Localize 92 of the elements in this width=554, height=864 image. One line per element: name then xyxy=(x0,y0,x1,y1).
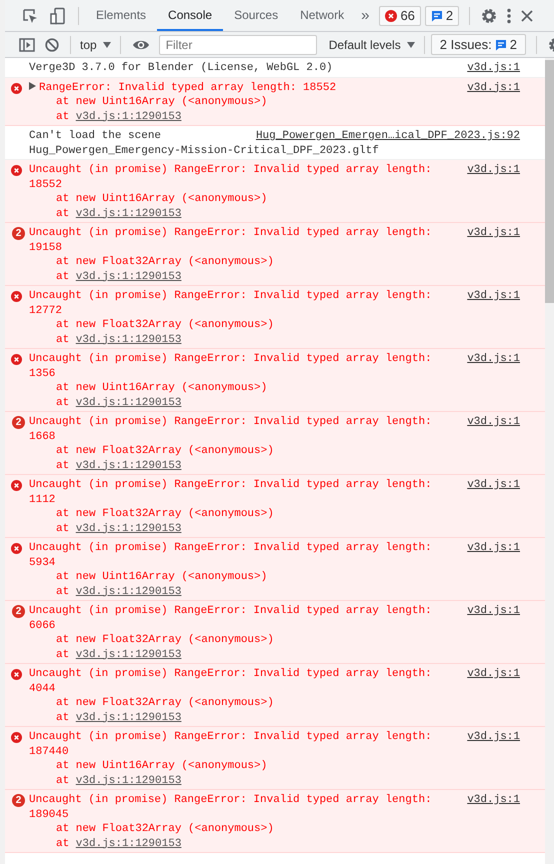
stack-frame-link[interactable]: v3d.js:1:1290153 xyxy=(76,586,182,598)
message-text: Hug_Powergen_Emergency-Mission-Critical_DPF_2023.gltf xyxy=(29,144,379,156)
panel-tab[interactable]: Network xyxy=(289,0,356,31)
source-link[interactable]: v3d.js:1 xyxy=(467,289,520,304)
message-count-button[interactable]: 2 xyxy=(424,6,460,26)
scrollbar-thumb[interactable] xyxy=(545,60,554,303)
stack-frame-text: at new Uint16Array (<anonymous>) xyxy=(56,571,268,583)
panel-tab[interactable]: Sources xyxy=(223,0,290,31)
stack-frame-text: at new Float32Array (<anonymous>) xyxy=(56,445,274,457)
stack-frame-link[interactable]: v3d.js:1:1290153 xyxy=(76,110,182,122)
inspect-icon[interactable] xyxy=(21,6,39,24)
clear-console-icon[interactable] xyxy=(45,38,59,52)
stack-frame-text: at new Float32Array (<anonymous>) xyxy=(56,319,274,331)
more-options-icon[interactable] xyxy=(507,8,512,24)
source-link[interactable]: v3d.js:1 xyxy=(467,604,520,618)
issues-button[interactable]: 2 Issues: 2 xyxy=(430,34,526,55)
stack-frame-text: at new Uint16Array (<anonymous>) xyxy=(56,382,268,394)
source-link[interactable]: v3d.js:1 xyxy=(467,61,520,76)
stack-frame-text: at xyxy=(56,774,70,786)
stack-frame-link[interactable]: v3d.js:1:1290153 xyxy=(76,522,182,534)
source-link[interactable]: v3d.js:1 xyxy=(467,352,520,366)
repeat-count-badge: 2 xyxy=(12,794,25,807)
stack-frame-link[interactable]: v3d.js:1:1290153 xyxy=(76,334,182,346)
stack-frame-text: at xyxy=(56,586,70,598)
repeat-count-badge: 2 xyxy=(12,227,25,240)
error-icon xyxy=(11,165,22,176)
stack-frame-link[interactable]: v3d.js:1:1290153 xyxy=(76,460,182,472)
error-icon xyxy=(11,480,22,491)
error-icon xyxy=(385,10,398,22)
context-select[interactable]: top xyxy=(77,38,114,52)
error-icon xyxy=(11,543,22,554)
message-text: Verge3D 3.7.0 for Blender (License, WebGL 2.0) xyxy=(29,62,333,74)
sidebar-toggle-icon[interactable] xyxy=(19,38,35,52)
stack-frame-text: at xyxy=(56,712,70,724)
scrollbar[interactable] xyxy=(545,58,554,864)
error-icon xyxy=(11,669,22,680)
source-link[interactable]: v3d.js:1 xyxy=(467,163,520,178)
log-levels-select[interactable]: Default levels xyxy=(326,38,418,52)
stack-frame-link[interactable]: v3d.js:1:1290153 xyxy=(76,774,182,786)
stack-frame-link[interactable]: v3d.js:1:1290153 xyxy=(76,270,182,282)
stack-frame-text: at xyxy=(56,208,70,220)
error-icon xyxy=(11,354,22,365)
caret-icon xyxy=(102,42,111,48)
stack-frame-text: at xyxy=(56,110,70,122)
stack-frame-text: at new Uint16Array (<anonymous>) xyxy=(56,193,268,205)
source-link[interactable]: v3d.js:1 xyxy=(467,415,520,430)
source-link[interactable]: v3d.js:1 xyxy=(467,541,520,556)
stack-frame-link[interactable]: v3d.js:1:1290153 xyxy=(76,712,182,724)
message-text: RangeError: Invalid typed array length: 18552 xyxy=(39,82,336,94)
stack-frame-text: at new Float32Array (<anonymous>) xyxy=(56,508,274,520)
error-count-button[interactable]: 66 xyxy=(379,6,421,26)
caret-icon xyxy=(406,42,415,48)
stack-frame-text: at new Float32Array (<anonymous>) xyxy=(56,634,274,646)
stack-frame-text: at xyxy=(56,648,70,660)
stack-frame-link[interactable]: v3d.js:1:1290153 xyxy=(76,396,182,408)
error-icon xyxy=(11,291,22,302)
stack-frame-text: at new Uint16Array (<anonymous>) xyxy=(56,760,268,772)
close-icon[interactable] xyxy=(521,10,534,22)
source-link[interactable]: v3d.js:1 xyxy=(467,80,520,95)
message-icon xyxy=(430,10,443,22)
source-link[interactable]: v3d.js:1 xyxy=(467,667,520,682)
stack-frame-text: at xyxy=(56,270,70,282)
stack-frame-link[interactable]: v3d.js:1:1290153 xyxy=(76,208,182,220)
stack-frame-text: at new Float32Array (<anonymous>) xyxy=(56,256,274,268)
stack-frame-text: at xyxy=(56,838,70,850)
source-link[interactable]: v3d.js:1 xyxy=(467,793,520,808)
error-icon xyxy=(11,82,22,94)
panel-tab[interactable]: Elements xyxy=(85,0,158,31)
device-icon[interactable] xyxy=(49,6,67,24)
stack-frame-text: at xyxy=(56,460,70,472)
source-link[interactable]: Hug_Powergen_Emergen…ical_DPF_2023.js:92 xyxy=(256,129,520,144)
repeat-count-badge: 2 xyxy=(12,605,25,618)
expand-arrow-icon[interactable] xyxy=(29,82,36,90)
message-text: Can't load the scene xyxy=(29,130,162,142)
eye-icon[interactable] xyxy=(132,38,150,50)
stack-frame-text: at new Uint16Array (<anonymous>) xyxy=(56,96,268,108)
message-icon xyxy=(494,38,507,50)
source-link[interactable]: v3d.js:1 xyxy=(467,478,520,492)
stack-frame-text: at xyxy=(56,334,70,346)
source-link[interactable]: v3d.js:1 xyxy=(467,226,520,240)
stack-frame-text: at xyxy=(56,396,70,408)
stack-frame-text: at xyxy=(56,522,70,534)
filter-field[interactable]: Filter xyxy=(158,34,317,54)
settings-icon[interactable] xyxy=(481,8,498,24)
stack-frame-text: at new Float32Array (<anonymous>) xyxy=(56,823,274,835)
stack-frame-link[interactable]: v3d.js:1:1290153 xyxy=(76,838,182,850)
more-tabs-button[interactable]: » xyxy=(361,7,370,24)
error-icon xyxy=(11,732,22,743)
source-link[interactable]: v3d.js:1 xyxy=(467,730,520,744)
repeat-count-badge: 2 xyxy=(12,416,25,429)
stack-frame-link[interactable]: v3d.js:1:1290153 xyxy=(76,648,182,660)
stack-frame-text: at new Float32Array (<anonymous>) xyxy=(56,697,274,709)
